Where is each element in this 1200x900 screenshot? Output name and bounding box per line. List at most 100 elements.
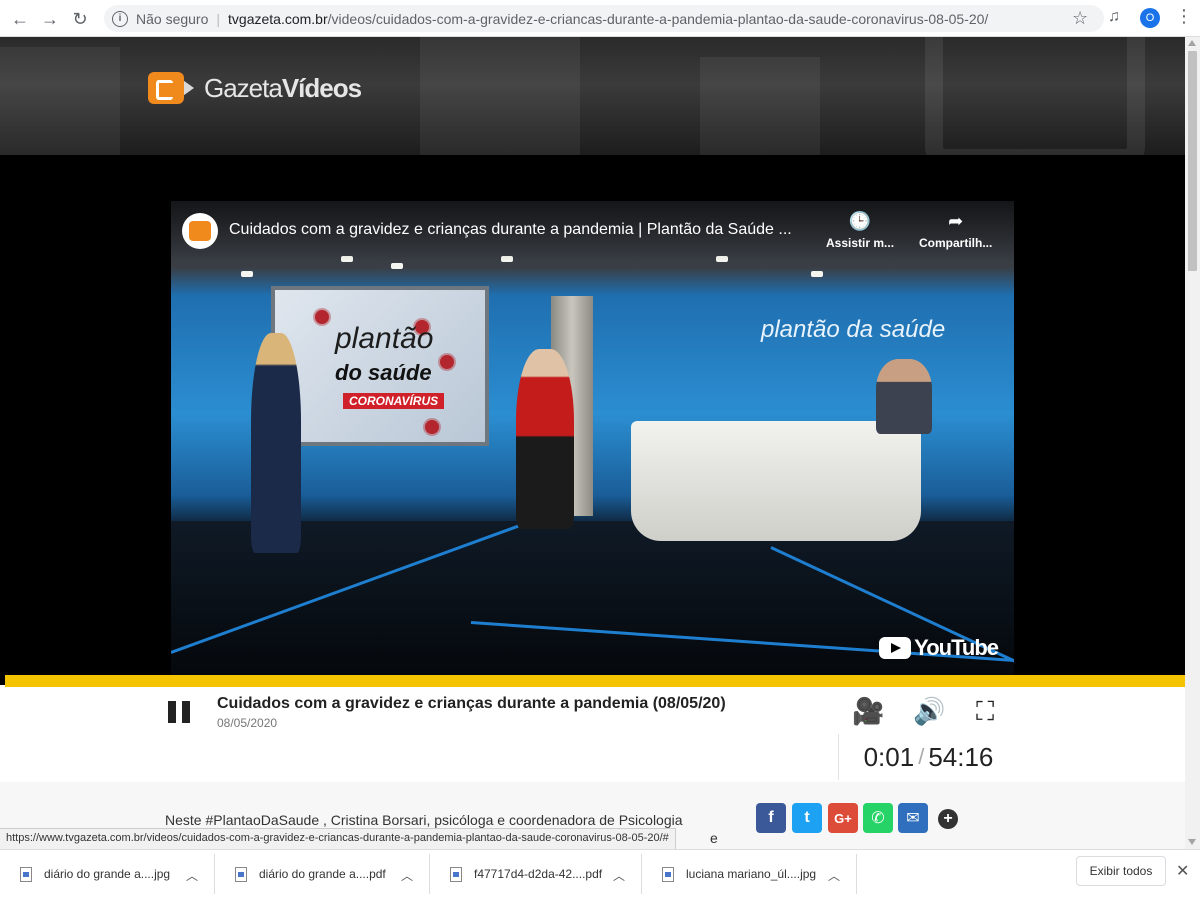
site-header: GazetaVídeos — [0, 37, 1185, 155]
youtube-video-frame[interactable]: plantão do saúde CORONAVÍRUS plantão da … — [171, 201, 1014, 675]
share-label: Compartilh... — [919, 236, 993, 250]
youtube-brand-text: YouTube — [914, 635, 999, 660]
download-filename: diário do grande a....jpg — [44, 867, 171, 881]
header-bg-building — [420, 37, 580, 155]
logo-text-bold: Vídeos — [281, 72, 362, 103]
download-item[interactable]: luciana mariano_úl....jpg ︿ — [642, 854, 857, 894]
player-area: plantão do saúde CORONAVÍRUS plantão da … — [0, 155, 1185, 685]
screen-text-plantao: plantão — [335, 322, 434, 355]
browser-toolbar: ← → ↻ i Não seguro | tvgazeta.com.br/vid… — [0, 0, 1200, 37]
forward-arrow-icon[interactable]: → — [38, 7, 62, 31]
virus-graphic — [440, 355, 454, 369]
info-icon[interactable]: i — [112, 10, 128, 27]
screen-text-coronavirus: CORONAVÍRUS — [343, 393, 445, 409]
download-item[interactable]: f47717d4-d2da-42....pdf ︿ — [430, 854, 642, 894]
pause-button[interactable] — [168, 701, 192, 725]
status-bar-url: https://www.tvgazeta.com.br/videos/cuida… — [0, 828, 676, 849]
back-arrow-icon[interactable]: ← — [8, 7, 32, 31]
share-arrow-icon: ➦ — [948, 211, 964, 231]
channel-avatar[interactable] — [182, 213, 218, 249]
header-bg-building — [700, 57, 820, 155]
virus-graphic — [315, 310, 329, 324]
chevron-up-icon[interactable]: ︿ — [401, 867, 413, 884]
camera-icon[interactable]: 🎥 — [852, 696, 884, 727]
scroll-up-arrow-icon[interactable] — [1188, 40, 1196, 46]
watch-later-button[interactable]: 🕒 Assistir m... — [826, 211, 894, 250]
pause-icon-bar — [168, 701, 176, 723]
menu-dots-icon[interactable]: ⋮ — [1175, 6, 1193, 27]
presenter-man — [516, 349, 574, 529]
clock-icon: 🕒 — [848, 211, 872, 231]
screen-text-saude: do saúde — [335, 360, 432, 385]
header-decoration — [925, 37, 1145, 155]
download-filename: luciana mariano_úl....jpg — [686, 867, 817, 881]
total-time: 54:16 — [928, 741, 994, 772]
share-button[interactable]: ➦ Compartilh... — [919, 211, 992, 250]
facebook-icon[interactable]: f — [756, 803, 786, 833]
show-all-downloads-button[interactable]: Exibir todos — [1076, 856, 1166, 886]
address-separator: | — [216, 10, 221, 27]
reload-icon[interactable]: ↻ — [68, 7, 92, 31]
gazeta-mini-logo-icon — [189, 221, 211, 241]
chevron-up-icon[interactable]: ︿ — [186, 867, 198, 884]
whatsapp-icon[interactable]: ✆ — [863, 803, 893, 833]
logo-text: GazetaVídeos — [204, 72, 362, 104]
download-filename: diário do grande a....pdf — [259, 867, 386, 881]
current-time: 0:01 — [863, 741, 915, 772]
video-title: Cuidados com a gravidez e crianças duran… — [217, 695, 726, 712]
studio-screen: plantão do saúde CORONAVÍRUS — [271, 286, 489, 446]
close-icon[interactable]: ✕ — [1176, 861, 1189, 881]
wall-text: plantão da saúde — [761, 316, 946, 343]
video-title-overlay: Cuidados com a gravidez e crianças duran… — [171, 201, 1014, 261]
progress-bar-fill — [5, 675, 1185, 687]
email-icon[interactable]: ✉ — [898, 803, 928, 833]
virus-graphic — [425, 420, 439, 434]
studio-desk — [631, 421, 921, 541]
ceiling-light — [811, 271, 823, 277]
youtube-play-icon — [879, 637, 912, 659]
video-description: Neste #PlantaoDaSaude , Cristina Borsari… — [165, 810, 725, 846]
ceiling-light — [241, 271, 253, 277]
fullscreen-icon[interactable]: ⛶ — [976, 696, 994, 728]
guest-man — [876, 359, 932, 434]
google-plus-icon[interactable]: G+ — [828, 803, 858, 833]
chevron-up-icon[interactable]: ︿ — [613, 867, 625, 884]
page-content: GazetaVídeos plantão do saúde CORONAVÍRU… — [0, 37, 1185, 849]
watch-later-label: Assistir m... — [826, 236, 895, 250]
scroll-thumb[interactable] — [1188, 51, 1197, 271]
volume-icon[interactable]: 🔊 — [913, 696, 945, 727]
image-file-icon — [662, 866, 674, 882]
scroll-down-arrow-icon[interactable] — [1188, 839, 1196, 845]
address-bar[interactable]: i Não seguro | tvgazeta.com.br/videos/cu… — [104, 5, 1104, 32]
more-share-icon[interactable]: + — [938, 809, 958, 829]
youtube-logo[interactable]: YouTube — [879, 635, 999, 661]
pause-icon-bar — [182, 701, 190, 723]
time-display: 0:01 / 54:16 — [838, 734, 1018, 780]
download-item[interactable]: diário do grande a....jpg ︿ — [0, 854, 215, 894]
url-domain: tvgazeta.com.br — [228, 10, 328, 27]
gazeta-videos-logo[interactable]: GazetaVídeos — [148, 72, 362, 104]
logo-text-light: Gazeta — [204, 72, 283, 103]
gazeta-logo-icon — [148, 72, 184, 104]
pdf-file-icon — [235, 866, 247, 882]
url-path: /videos/cuidados-com-a-gravidez-e-crianc… — [327, 10, 989, 27]
download-item[interactable]: diário do grande a....pdf ︿ — [215, 854, 430, 894]
chevron-up-icon[interactable]: ︿ — [828, 867, 840, 884]
image-file-icon — [20, 866, 32, 882]
description-continuation: e a — [710, 830, 718, 846]
video-date: 08/05/2020 — [217, 716, 278, 730]
media-control-icon[interactable]: ♫ — [1108, 8, 1120, 26]
description-text: Neste #PlantaoDaSaude , Cristina Borsari… — [165, 812, 683, 828]
download-filename: f47717d4-d2da-42....pdf — [474, 867, 603, 881]
downloads-bar: diário do grande a....jpg ︿ diário do gr… — [0, 849, 1200, 900]
bookmark-star-icon[interactable]: ☆ — [1072, 8, 1088, 29]
twitter-icon[interactable]: t — [792, 803, 822, 833]
player-controls: Cuidados com a gravidez e crianças duran… — [0, 687, 1185, 782]
page-scrollbar[interactable] — [1185, 37, 1200, 849]
profile-avatar[interactable]: O — [1140, 8, 1160, 28]
header-bg-building — [0, 47, 120, 155]
youtube-video-title[interactable]: Cuidados com a gravidez e crianças duran… — [229, 221, 819, 239]
progress-bar[interactable] — [5, 675, 1185, 687]
pdf-file-icon — [450, 866, 462, 882]
presenter-woman — [251, 333, 301, 553]
